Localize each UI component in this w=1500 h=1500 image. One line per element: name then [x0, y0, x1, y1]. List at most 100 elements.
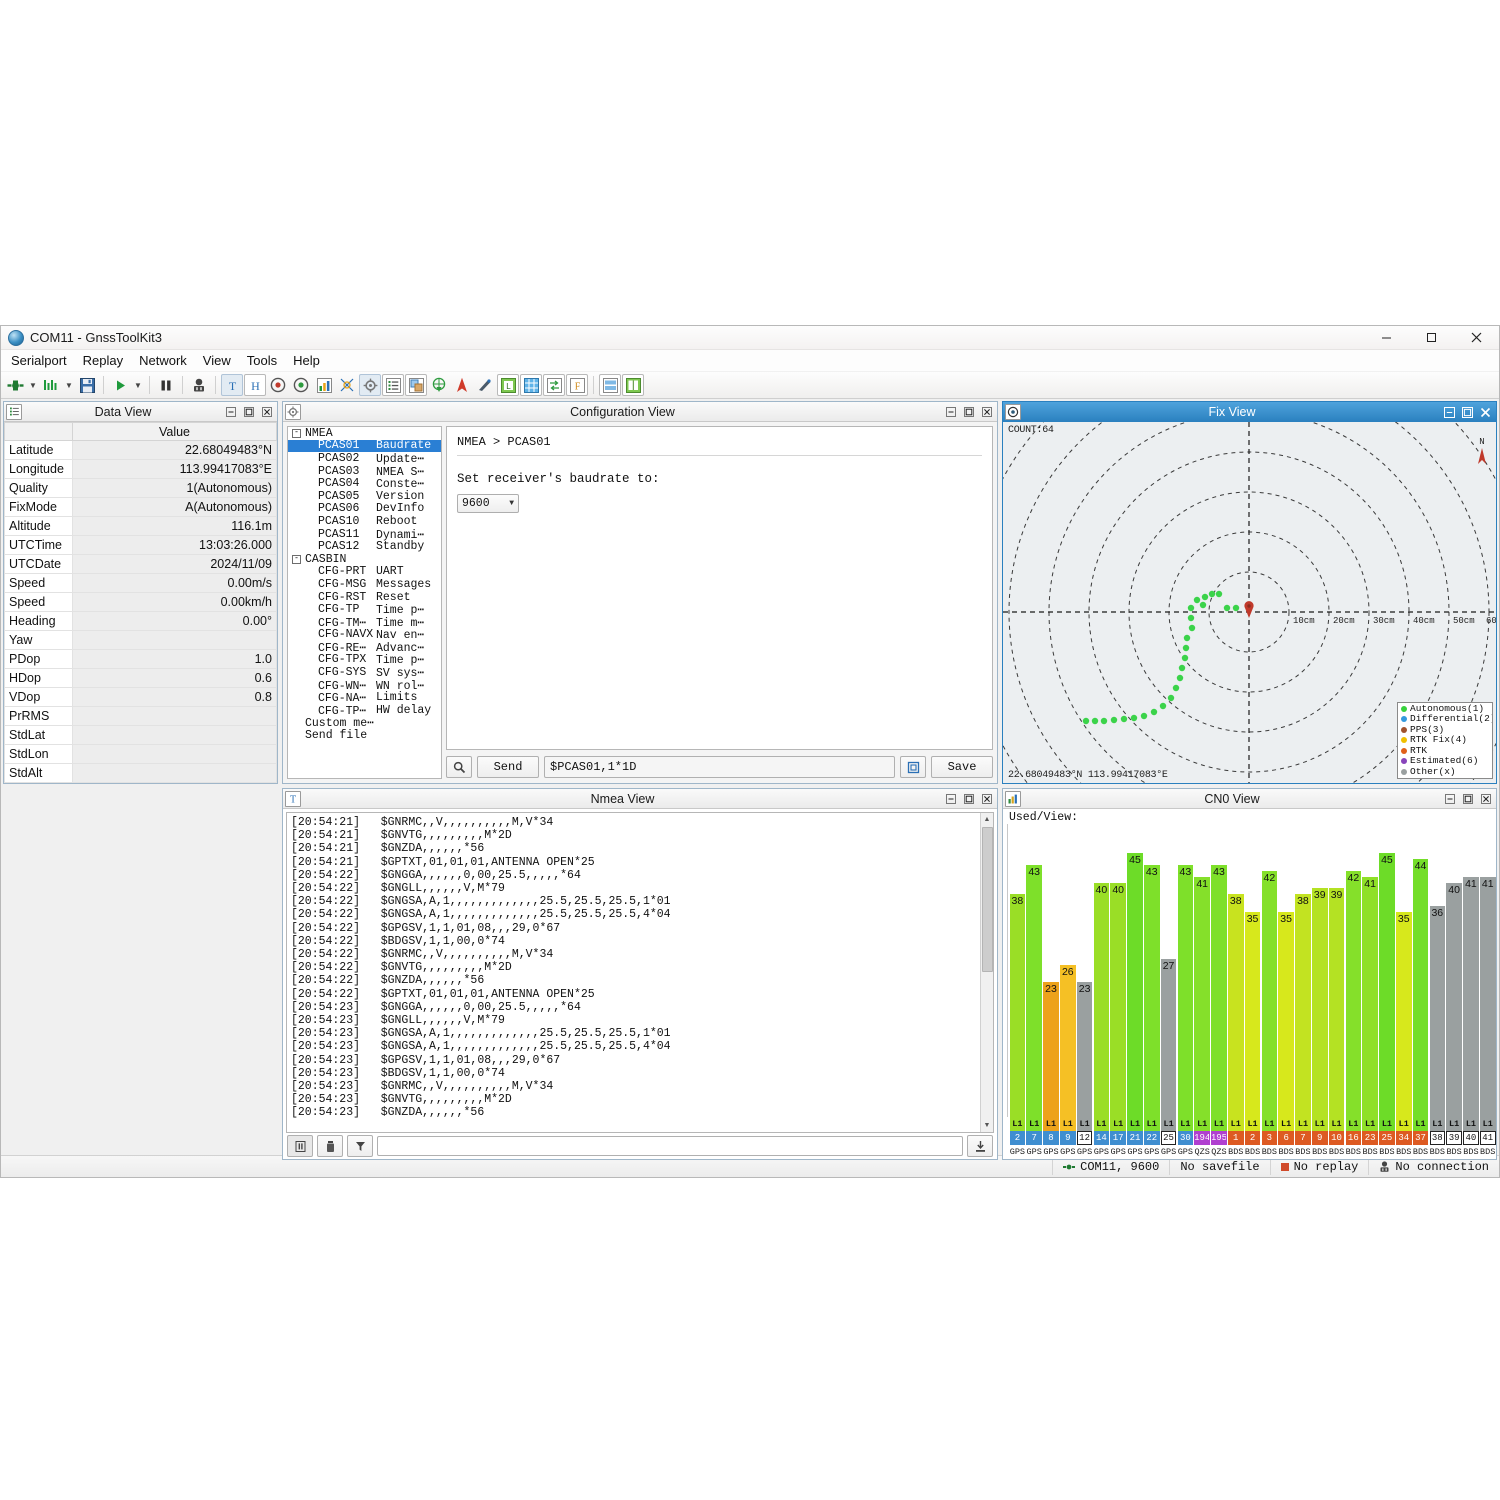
compass-icon[interactable]: [451, 374, 473, 396]
cn0-bar-column[interactable]: 41: [1194, 824, 1211, 1117]
cn0-view-maximize[interactable]: [1459, 791, 1476, 807]
table-row[interactable]: Speed 0.00m/s: [4, 573, 277, 593]
cn0-bar-column[interactable]: 38: [1009, 824, 1026, 1117]
pause-icon[interactable]: [155, 374, 177, 396]
cn0-bar-column[interactable]: 43: [1026, 824, 1043, 1117]
copy-command-button[interactable]: [900, 756, 926, 778]
cn0-bar-column[interactable]: 23: [1076, 824, 1093, 1117]
cn0-bar-column[interactable]: 42: [1261, 824, 1278, 1117]
cn0-view-minimize[interactable]: [1441, 791, 1458, 807]
nmea-view-minimize[interactable]: [942, 791, 959, 807]
cn0-bar-column[interactable]: 41: [1362, 824, 1379, 1117]
menu-help[interactable]: Help: [285, 351, 328, 370]
pause-log-button[interactable]: [287, 1135, 313, 1157]
table-row[interactable]: StdLat: [4, 725, 277, 745]
menu-tools[interactable]: Tools: [239, 351, 285, 370]
cn0-bar-column[interactable]: 41: [1463, 824, 1480, 1117]
nmea-view-maximize[interactable]: [960, 791, 977, 807]
fix-view-body[interactable]: 10cm 20cm 30cm 40cm 50cm 60 N COUNT:64 2…: [1003, 422, 1496, 783]
cn0-view-close[interactable]: [1477, 791, 1494, 807]
log-green-icon[interactable]: L: [497, 374, 519, 396]
data-view-close[interactable]: [258, 404, 275, 420]
config-view-maximize[interactable]: [960, 404, 977, 420]
sky-view-icon[interactable]: [336, 374, 358, 396]
scroll-up-icon[interactable]: ▲: [981, 813, 993, 826]
cn0-bar-column[interactable]: 27: [1160, 824, 1177, 1117]
tree-item[interactable]: CFG-MSG Messages: [288, 578, 441, 591]
tree-item[interactable]: PCAS05 Version: [288, 490, 441, 503]
fix-view-minimize[interactable]: [1441, 404, 1458, 420]
table-row[interactable]: Heading 0.00°: [4, 611, 277, 631]
tree-item[interactable]: - CASBIN: [288, 553, 441, 566]
cn0-bar-column[interactable]: 43: [1211, 824, 1228, 1117]
tree-item[interactable]: - NMEA: [288, 427, 441, 440]
data-list-icon[interactable]: [382, 374, 404, 396]
signal-icon[interactable]: [40, 374, 62, 396]
file-icon[interactable]: F: [566, 374, 588, 396]
table-row[interactable]: PrRMS: [4, 706, 277, 726]
connect-serial-icon[interactable]: [4, 374, 26, 396]
cn0-bar-column[interactable]: 40: [1110, 824, 1127, 1117]
filter-button[interactable]: [347, 1135, 373, 1157]
scroll-down-icon[interactable]: ▼: [981, 1119, 993, 1132]
cn0-bar-column[interactable]: 43: [1177, 824, 1194, 1117]
cn0-bar-column[interactable]: 45: [1379, 824, 1396, 1117]
table-row[interactable]: UTCDate 2024/11/09: [4, 554, 277, 574]
play-icon[interactable]: [109, 374, 131, 396]
menu-network[interactable]: Network: [131, 351, 195, 370]
cn0-bar-column[interactable]: 35: [1278, 824, 1295, 1117]
table-row[interactable]: VDop 0.8: [4, 687, 277, 707]
nmea-filter-input[interactable]: [377, 1136, 963, 1156]
send-button[interactable]: Send: [477, 756, 539, 778]
cn0-bar-column[interactable]: 41: [1479, 824, 1496, 1117]
cn0-bar-column[interactable]: 36: [1429, 824, 1446, 1117]
target-icon[interactable]: [267, 374, 289, 396]
cn0-bar-column[interactable]: 42: [1345, 824, 1362, 1117]
nmea-log-area[interactable]: [20:54:21] $GNRMC,,V,,,,,,,,,,M,V*34 [20:…: [286, 812, 994, 1133]
cn0-bar-column[interactable]: 43: [1143, 824, 1160, 1117]
config-view-close[interactable]: [978, 404, 995, 420]
cn0-bar-column[interactable]: 35: [1395, 824, 1412, 1117]
grid-icon[interactable]: [520, 374, 542, 396]
clear-log-button[interactable]: [317, 1135, 343, 1157]
tree-item[interactable]: Send file: [288, 729, 441, 742]
config-view-icon[interactable]: [405, 374, 427, 396]
cn0-bar-column[interactable]: 38: [1227, 824, 1244, 1117]
table-row[interactable]: Altitude 116.1m: [4, 516, 277, 536]
hex-view-icon[interactable]: H: [244, 374, 266, 396]
minimize-button[interactable]: [1364, 326, 1409, 349]
cn0-view-icon[interactable]: [313, 374, 335, 396]
table-row[interactable]: Latitude 22.68049483°N: [4, 440, 277, 460]
layout-split-icon[interactable]: [599, 374, 621, 396]
search-command-button[interactable]: [446, 756, 472, 778]
data-view-maximize[interactable]: [240, 404, 257, 420]
cn0-bar-column[interactable]: 39: [1328, 824, 1345, 1117]
map-view-icon[interactable]: [428, 374, 450, 396]
fix-view-close[interactable]: [1477, 404, 1494, 420]
play-dropdown[interactable]: ▼: [132, 381, 144, 390]
table-row[interactable]: Longitude 113.99417083°E: [4, 459, 277, 479]
cn0-bar-column[interactable]: 44: [1412, 824, 1429, 1117]
settings-icon[interactable]: [359, 374, 381, 396]
exchange-icon[interactable]: [543, 374, 565, 396]
export-log-button[interactable]: [967, 1135, 993, 1157]
tree-item[interactable]: Custom me⋯: [288, 717, 441, 730]
cn0-bar-column[interactable]: 40: [1446, 824, 1463, 1117]
table-row[interactable]: UTCTime 13:03:26.000: [4, 535, 277, 555]
tree-item[interactable]: PCAS04 Conste⋯: [288, 477, 441, 491]
cn0-bar-column[interactable]: 23: [1043, 824, 1060, 1117]
save-button[interactable]: Save: [931, 756, 993, 778]
menu-replay[interactable]: Replay: [75, 351, 131, 370]
collapse-icon[interactable]: -: [292, 428, 301, 438]
tree-item[interactable]: PCAS11 Dynami⋯: [288, 528, 441, 542]
text-view-icon[interactable]: T: [221, 374, 243, 396]
collapse-icon[interactable]: -: [292, 554, 301, 564]
connect-serial-dropdown[interactable]: ▼: [27, 381, 39, 390]
table-row[interactable]: StdAlt: [4, 763, 277, 783]
cn0-bar-column[interactable]: 35: [1244, 824, 1261, 1117]
layout-grid-icon[interactable]: [622, 374, 644, 396]
menu-serialport[interactable]: Serialport: [3, 351, 75, 370]
config-view-minimize[interactable]: [942, 404, 959, 420]
cn0-bar-column[interactable]: 45: [1127, 824, 1144, 1117]
antenna-icon[interactable]: [474, 374, 496, 396]
